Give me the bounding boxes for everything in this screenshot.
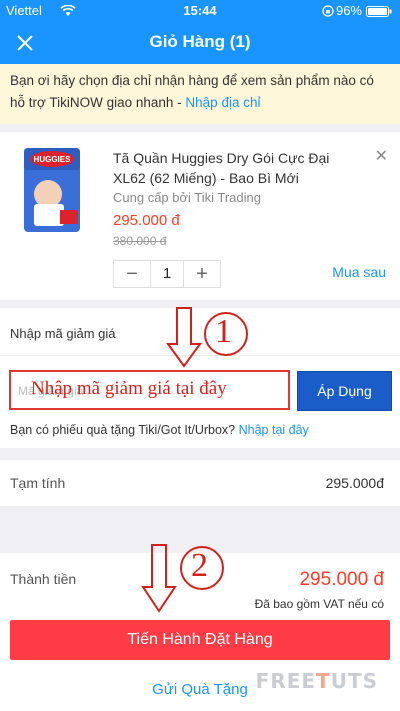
coupon-input[interactable]: Mã giảm giá Nhập mã giảm giá tại đây bbox=[9, 370, 290, 410]
total-value: 295.000 đ bbox=[299, 569, 384, 590]
product-old-price: 380.000 đ bbox=[113, 234, 167, 248]
increase-quantity-button[interactable]: + bbox=[184, 261, 220, 287]
subtotal-value: 295.000đ bbox=[325, 475, 384, 491]
product-image[interactable]: HUGGIES bbox=[22, 146, 82, 234]
vat-note: Đã bao gồm VAT nếu có bbox=[254, 597, 384, 611]
annotation-step-1: 1 bbox=[215, 313, 232, 350]
quantity-stepper: − 1 + bbox=[113, 260, 221, 288]
enter-gift-voucher-link[interactable]: Nhập tại đây bbox=[239, 423, 309, 437]
battery-icon bbox=[366, 6, 392, 17]
annotation-arrow-down-icon bbox=[166, 307, 202, 368]
page-title: Giỏ Hàng (1) bbox=[149, 32, 251, 51]
address-notice: Bạn ơi hãy chọn địa chỉ nhận hàng để xem… bbox=[0, 64, 400, 124]
save-for-later-link[interactable]: Mua sau bbox=[332, 264, 386, 280]
product-price: 295.000 đ bbox=[113, 212, 180, 229]
subtotal-label: Tạm tính bbox=[10, 475, 66, 491]
cart-item: HUGGIES Tã Quần Huggies Dry Gói Cực Đại … bbox=[0, 132, 400, 300]
product-name[interactable]: Tã Quần Huggies Dry Gói Cực Đại XL62 (62… bbox=[113, 148, 363, 188]
rotation-lock-icon bbox=[322, 5, 334, 17]
watermark-logo: FREETUTS bbox=[255, 669, 378, 693]
coupon-annotation-text: Nhập mã giảm giá tại đây bbox=[31, 378, 227, 399]
gift-voucher-line: Bạn có phiếu quà tặng Tiki/Got It/Urbox?… bbox=[10, 423, 309, 437]
product-seller: Cung cấp bởi Tiki Trading bbox=[113, 190, 261, 205]
battery-percent: 96% bbox=[335, 3, 362, 18]
total-label: Thành tiền bbox=[10, 571, 77, 587]
annotation-step-2: 2 bbox=[191, 547, 208, 584]
annotation-arrow-down-icon bbox=[141, 544, 177, 613]
gift-voucher-question: Bạn có phiếu quà tặng Tiki/Got It/Urbox? bbox=[10, 423, 239, 437]
subtotal-row: Tạm tính 295.000đ bbox=[0, 460, 400, 506]
apply-coupon-button[interactable]: Áp Dụng bbox=[297, 371, 392, 411]
decrease-quantity-button[interactable]: − bbox=[114, 261, 150, 287]
product-brand: HUGGIES bbox=[34, 155, 72, 164]
coupon-header: Nhập mã giảm giá bbox=[10, 326, 116, 341]
remove-item-icon[interactable]: ✕ bbox=[375, 146, 388, 166]
enter-address-link[interactable]: Nhập địa chỉ bbox=[185, 95, 260, 110]
nav-bar: Giỏ Hàng (1) bbox=[0, 22, 400, 64]
checkout-button[interactable]: Tiến Hành Đặt Hàng bbox=[10, 620, 390, 660]
status-bar: Viettel 15:44 96% bbox=[0, 0, 400, 22]
quantity-value[interactable]: 1 bbox=[150, 261, 184, 287]
